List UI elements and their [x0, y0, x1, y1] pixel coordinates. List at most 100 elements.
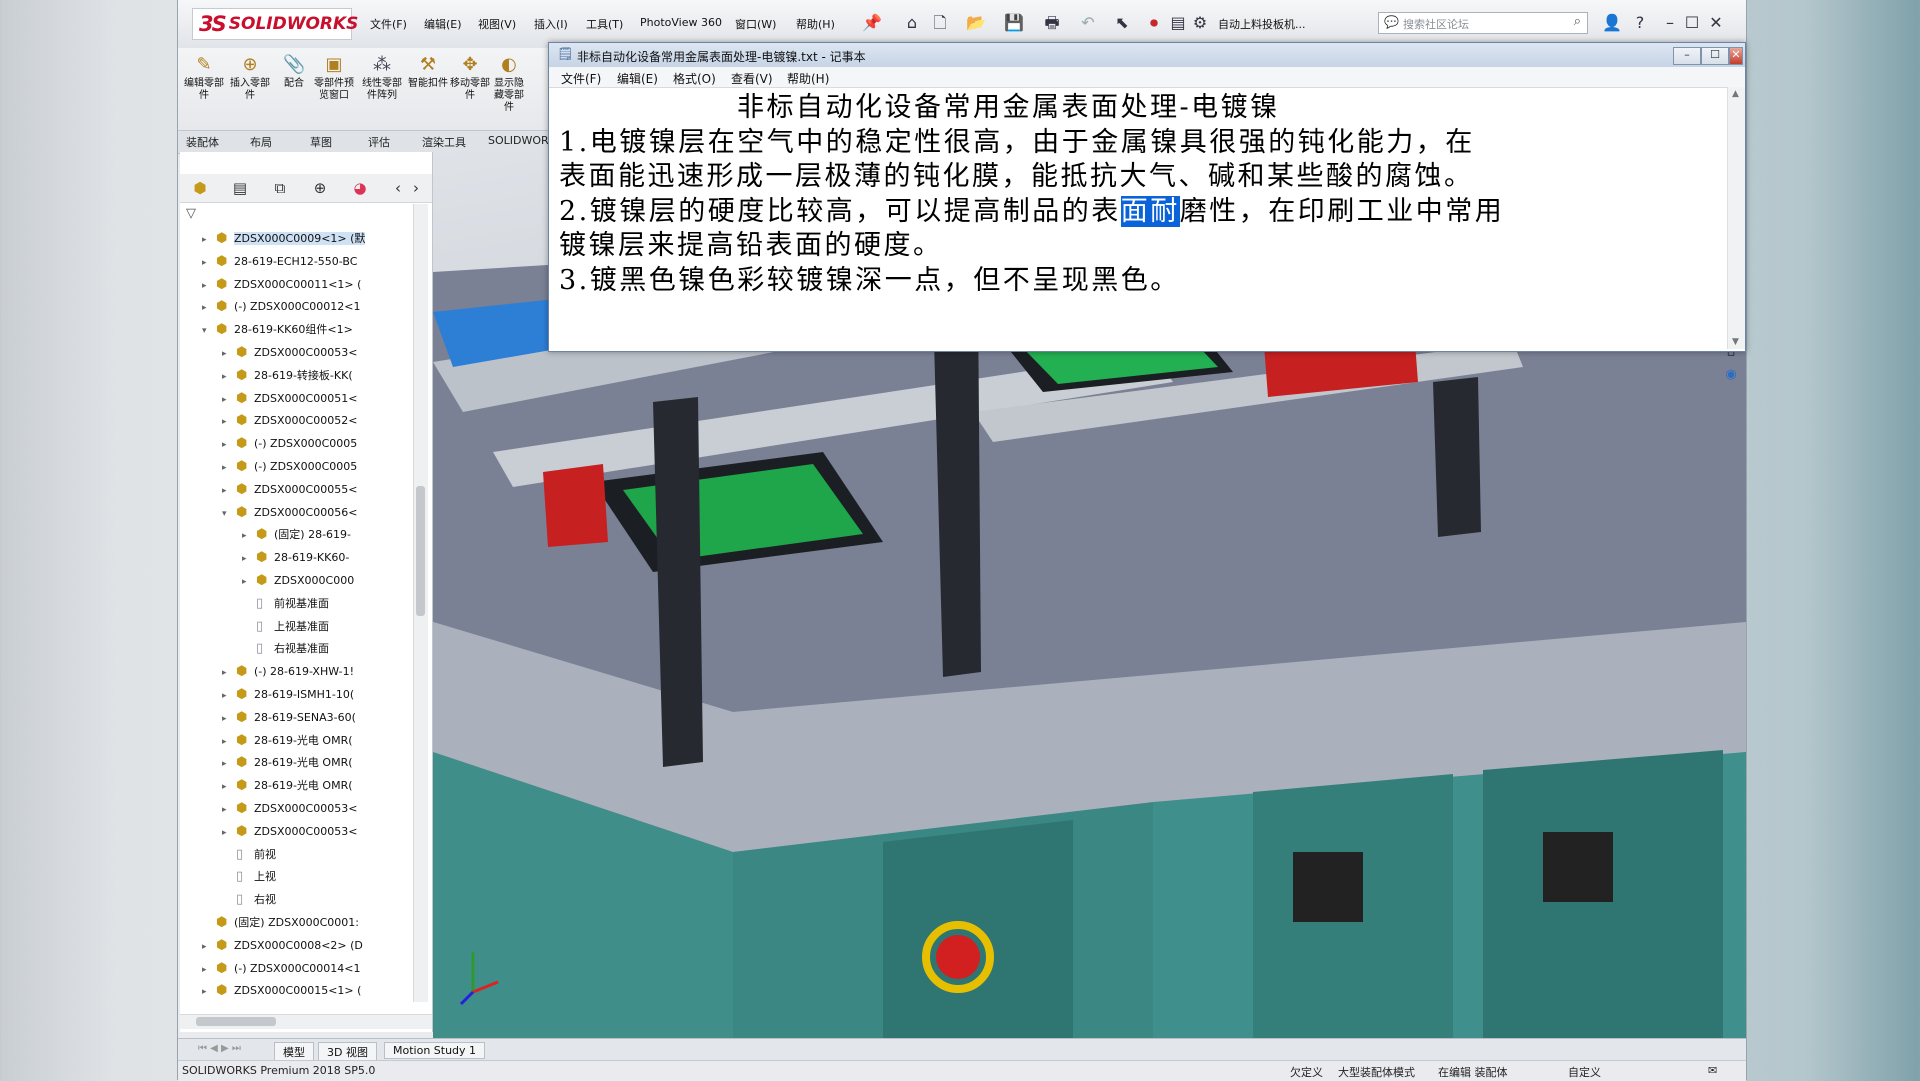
show-hidden-button[interactable]: ◐ 显示隐藏零部件 — [494, 54, 524, 114]
scroll-up-icon[interactable]: ▲ — [1732, 89, 1739, 99]
tree-item[interactable]: ▸ ⬢ ZDSX000C0009<1> (默 — [202, 228, 366, 250]
tree-item[interactable]: ▸ ⬢ ZDSX000C00015<1> ( — [202, 980, 361, 1002]
open-folder-icon[interactable]: 📂 — [966, 13, 986, 33]
tab-motion-study[interactable]: Motion Study 1 — [384, 1042, 486, 1059]
tree-item[interactable]: ▸ ⬢ 28-619-SENA3-60( — [222, 707, 356, 729]
expand-arrow-icon[interactable]: ▸ — [202, 936, 216, 958]
status-message-icon[interactable]: ✉ — [1708, 1064, 1717, 1077]
file-properties-icon[interactable]: ▤ — [1168, 13, 1188, 33]
expand-arrow-icon[interactable]: ▸ — [222, 457, 236, 479]
pin-icon[interactable]: 📌 — [862, 13, 882, 33]
tree-item[interactable]: ▸ ⬢ ZDSX000C00055< — [222, 479, 357, 501]
menu-edit[interactable]: 编辑(E) — [424, 16, 462, 32]
expand-arrow-icon[interactable]: ▸ — [222, 731, 236, 753]
expand-arrow-icon[interactable]: ▸ — [222, 411, 236, 433]
configuration-manager-icon[interactable]: ⧉ — [268, 178, 292, 198]
tree-item[interactable]: ⬢ (固定) ZDSX000C0001: — [202, 912, 359, 934]
tree-item[interactable]: ▸ ⬢ ZDSX000C0008<2> (D — [202, 935, 363, 957]
menu-view[interactable]: 视图(V) — [478, 16, 516, 32]
select-pointer-icon[interactable]: ⬉ — [1112, 13, 1132, 33]
print-icon[interactable]: 🖶 — [1042, 13, 1062, 33]
notepad-maximize-button[interactable]: ☐ — [1701, 47, 1729, 65]
menu-help[interactable]: 帮助(H) — [796, 16, 835, 32]
tab-scroll-arrows-icon[interactable]: ⏮ ◀ ▶ ⏭ — [198, 1043, 241, 1054]
tree-item[interactable]: ▸ ⬢ ZDSX000C00053< — [222, 798, 357, 820]
tree-item[interactable]: ▸ ⬢ (-) ZDSX000C00012<1 — [202, 296, 360, 318]
tab-layout[interactable]: 布局 — [250, 134, 272, 150]
tree-item[interactable]: ▸ ⬢ 28-619-KK60- — [242, 547, 349, 569]
tree-item[interactable]: ▸ ⬢ ZDSX000C00051< — [222, 388, 357, 410]
expand-arrow-icon[interactable]: ▸ — [202, 252, 216, 274]
search-icon[interactable]: ⌕ — [1574, 14, 1581, 29]
tree-item[interactable]: ▾ ⬢ ZDSX000C00056< — [222, 502, 357, 524]
notepad-menu-file[interactable]: 文件(F) — [561, 70, 601, 87]
insert-component-button[interactable]: ⊕ 插入零部件 — [228, 54, 272, 102]
tree-item[interactable]: ▸ ⬢ 28-619-光电 OMR( — [222, 775, 353, 797]
notepad-close-button[interactable]: ✕ — [1729, 47, 1743, 65]
maximize-icon[interactable]: ☐ — [1682, 13, 1702, 33]
tree-horizontal-scrollbar[interactable] — [180, 1014, 432, 1029]
expand-arrow-icon[interactable]: ▸ — [222, 366, 236, 388]
menu-window[interactable]: 窗口(W) — [735, 16, 776, 32]
edit-component-button[interactable]: ✎ 编辑零部件 — [182, 54, 226, 102]
tree-item[interactable]: ▸ ⬢ 28-619-ISMH1-10( — [222, 684, 354, 706]
task-pane-library-icon[interactable]: ◉ — [1722, 366, 1740, 384]
collapse-arrow-icon[interactable]: ▾ — [222, 503, 236, 525]
expand-arrow-icon[interactable]: ▸ — [222, 480, 236, 502]
expand-arrow-icon[interactable]: ▸ — [222, 685, 236, 707]
expand-arrow-icon[interactable]: ▸ — [242, 548, 256, 570]
notepad-title-bar[interactable]: 🗒 非标自动化设备常用金属表面处理-电镀镍.txt - 记事本 – ☐ ✕ — [549, 43, 1745, 68]
tab-render-tools[interactable]: 渲染工具 — [422, 134, 466, 150]
menu-tools[interactable]: 工具(T) — [586, 16, 623, 32]
minimize-icon[interactable]: – — [1660, 13, 1680, 33]
notepad-minimize-button[interactable]: – — [1673, 47, 1701, 65]
tab-sketch[interactable]: 草图 — [310, 134, 332, 150]
expand-arrow-icon[interactable]: ▸ — [222, 708, 236, 730]
tree-item[interactable]: ▸ ⬢ (-) ZDSX000C0005 — [222, 456, 357, 478]
scrollbar-thumb[interactable] — [196, 1017, 276, 1026]
scroll-down-icon[interactable]: ▼ — [1732, 337, 1739, 347]
filter-icon[interactable]: ▽ — [186, 206, 196, 221]
save-icon[interactable]: 💾 — [1004, 13, 1024, 33]
expand-arrow-icon[interactable]: ▸ — [202, 959, 216, 981]
expand-arrow-icon[interactable]: ▸ — [202, 275, 216, 297]
smart-fasteners-button[interactable]: ⚒ 智能扣件 — [406, 54, 450, 90]
expand-arrow-icon[interactable]: ▸ — [222, 434, 236, 456]
expand-arrow-icon[interactable]: ▸ — [222, 799, 236, 821]
community-search-input[interactable]: 搜索社区论坛 💬 ⌕ — [1378, 12, 1588, 34]
property-manager-icon[interactable]: ▤ — [228, 178, 252, 198]
expand-arrow-icon[interactable]: ▸ — [222, 776, 236, 798]
tree-item[interactable]: ▯ 前视 — [222, 844, 276, 866]
tree-item[interactable]: ▸ ⬢ (-) ZDSX000C0005 — [222, 433, 357, 455]
expand-arrow-icon[interactable]: ▸ — [222, 389, 236, 411]
tree-item[interactable]: ▸ ⬢ 28-619-转接板-KK( — [222, 365, 353, 387]
tree-item[interactable]: ▯ 右视基准面 — [242, 638, 329, 660]
expand-arrow-icon[interactable]: ▸ — [222, 822, 236, 844]
traffic-light-icon[interactable]: ⏺ — [1144, 13, 1164, 33]
close-icon[interactable]: ✕ — [1706, 13, 1726, 33]
notepad-menu-help[interactable]: 帮助(H) — [787, 70, 829, 87]
notepad-vertical-scrollbar[interactable]: ▲ ▼ — [1727, 87, 1745, 349]
notepad-menu-view[interactable]: 查看(V) — [731, 70, 773, 87]
tree-vertical-scrollbar[interactable] — [413, 204, 428, 1002]
menu-file[interactable]: 文件(F) — [370, 16, 407, 32]
menu-photoview[interactable]: PhotoView 360 — [640, 16, 722, 29]
solidworks-logo[interactable]: 3S SOLIDWORKS — [192, 8, 358, 40]
collapse-arrow-icon[interactable]: ▾ — [202, 320, 216, 342]
new-document-icon[interactable]: 🗋 — [930, 13, 950, 33]
tab-model[interactable]: 模型 — [274, 1042, 314, 1062]
component-preview-button[interactable]: ▣ 零部件预览窗口 — [312, 54, 356, 102]
notepad-menu-format[interactable]: 格式(O) — [673, 70, 716, 87]
expand-arrow-icon[interactable]: ▸ — [242, 525, 256, 547]
tree-item[interactable]: ▸ ⬢ ZDSX000C00011<1> ( — [202, 274, 361, 296]
expand-arrow-icon[interactable]: ▸ — [202, 297, 216, 319]
tree-item[interactable]: ▯ 上视 — [222, 866, 276, 888]
undo-icon[interactable]: ↶ — [1078, 13, 1098, 33]
expand-arrow-icon[interactable]: ▸ — [222, 662, 236, 684]
display-manager-icon[interactable]: ◕ — [348, 178, 372, 198]
tree-item[interactable]: ▸ ⬢ 28-619-光电 OMR( — [222, 730, 353, 752]
tree-item[interactable]: ▯ 上视基准面 — [242, 616, 329, 638]
tree-item[interactable]: ▾ ⬢ 28-619-KK60组件<1> — [202, 319, 353, 341]
tree-item[interactable]: ▯ 右视 — [222, 889, 276, 911]
help-icon[interactable]: ? — [1630, 13, 1650, 33]
